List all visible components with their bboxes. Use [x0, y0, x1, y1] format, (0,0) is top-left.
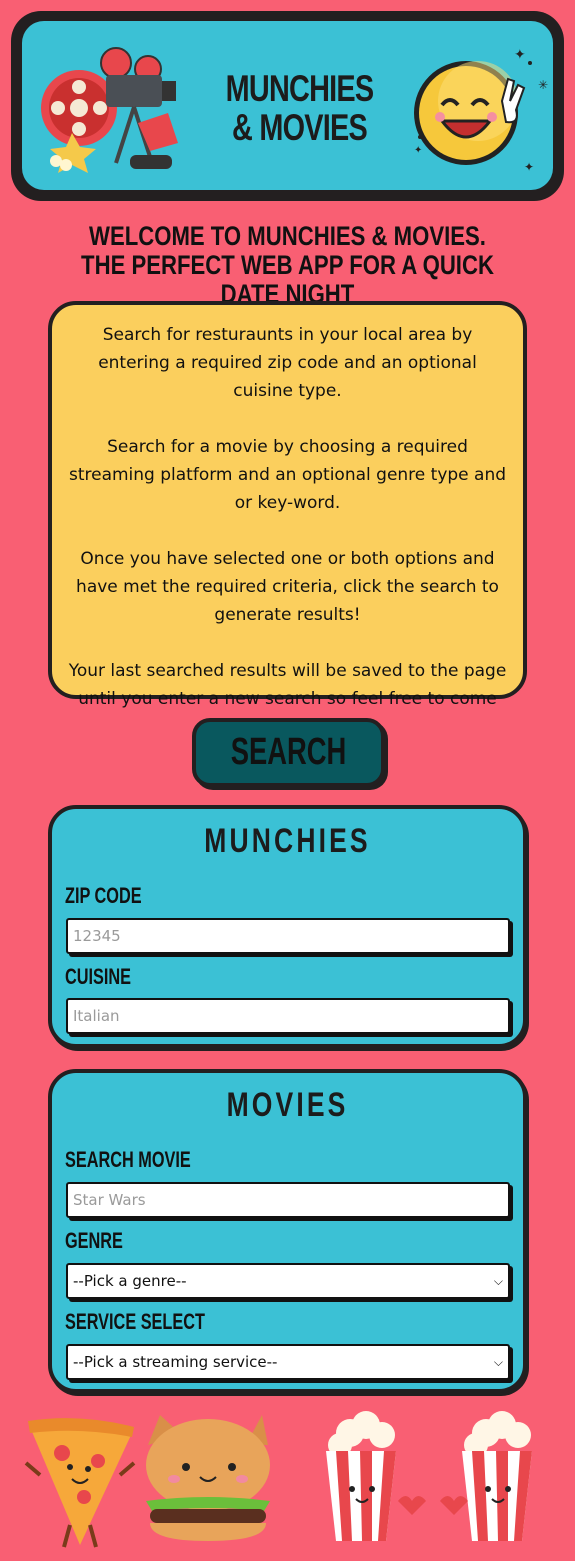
service-select[interactable]: --Pick a streaming service-- ⌵: [66, 1344, 510, 1380]
service-select-value: --Pick a streaming service--: [73, 1353, 278, 1371]
welcome-heading: WELCOME TO MUNCHIES & MOVIES. THE PERFEC…: [52, 222, 524, 309]
search-movie-input[interactable]: [66, 1182, 510, 1218]
svg-text:✳: ✳: [538, 78, 548, 92]
chevron-down-icon: ⌵: [493, 1354, 503, 1369]
header-banner: MUNCHIES & MOVIES ✦ ✳ ✦ ✦: [22, 21, 553, 190]
smiley-peace-icon: ✦ ✳ ✦ ✦: [414, 47, 548, 174]
movies-panel: MOVIES SEARCH MOVIE GENRE --Pick a genre…: [48, 1069, 527, 1393]
genre-select[interactable]: --Pick a genre-- ⌵: [66, 1263, 510, 1299]
cuisine-input[interactable]: [66, 998, 510, 1034]
instructions-paragraph-2: Search for a movie by choosing a require…: [68, 437, 507, 513]
popcorn-couple-icon: [326, 1411, 532, 1541]
svg-text:✦: ✦: [514, 47, 526, 63]
service-select-label: SERVICE SELECT: [65, 1309, 205, 1334]
instructions-box: Search for resturaunts in your local are…: [48, 301, 527, 737]
cuisine-label: CUISINE: [65, 964, 132, 989]
svg-text:✦: ✦: [414, 145, 422, 156]
pizza-icon: [24, 1418, 136, 1548]
zip-code-input[interactable]: [66, 918, 510, 954]
genre-label: GENRE: [65, 1228, 123, 1253]
search-movie-label: SEARCH MOVIE: [65, 1147, 191, 1172]
munchies-title: MUNCHIES: [204, 822, 371, 860]
app-title: MUNCHIES & MOVIES: [225, 68, 374, 148]
instructions-paragraph-3: Once you have selected one or both optio…: [76, 549, 499, 625]
zip-code-label: ZIP CODE: [65, 883, 142, 908]
chevron-down-icon: ⌵: [493, 1273, 503, 1288]
movies-title: MOVIES: [226, 1086, 349, 1124]
search-button-label: SEARCH: [230, 731, 347, 773]
welcome-line-1: WELCOME TO MUNCHIES & MOVIES.: [89, 221, 486, 251]
munchies-panel: MUNCHIES ZIP CODE CUISINE: [48, 805, 527, 1048]
search-button[interactable]: SEARCH: [192, 718, 385, 787]
footer-illustrations: [24, 1411, 532, 1548]
header: MUNCHIES & MOVIES ✦ ✳ ✦ ✦: [11, 11, 564, 201]
svg-text:✦: ✦: [524, 160, 534, 174]
genre-select-value: --Pick a genre--: [73, 1272, 187, 1290]
film-projector-icon: [41, 47, 178, 173]
instructions-paragraph-1: Search for resturaunts in your local are…: [98, 325, 477, 401]
cat-burger-icon: [146, 1415, 270, 1541]
